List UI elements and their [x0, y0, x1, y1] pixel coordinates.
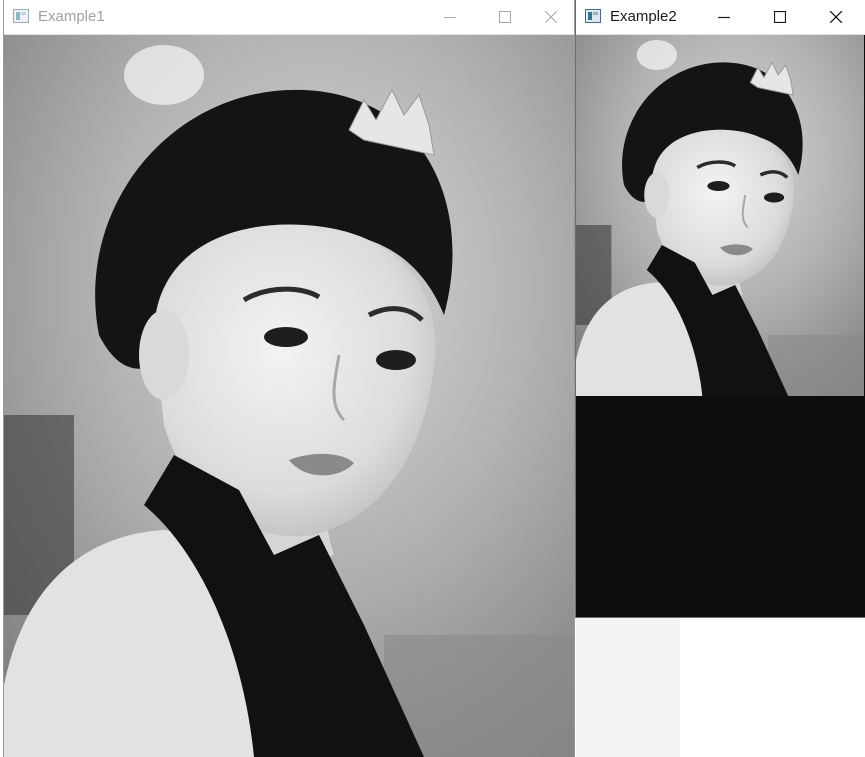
- title-bar[interactable]: Example1: [4, 0, 574, 35]
- desktop-background: [576, 617, 680, 757]
- maximize-button[interactable]: [757, 0, 803, 34]
- close-icon: [545, 11, 557, 23]
- image-view: [4, 35, 574, 757]
- window-example2[interactable]: Example2: [575, 0, 865, 618]
- window-title: Example1: [38, 8, 105, 25]
- maximize-icon: [499, 11, 511, 23]
- desktop: Example1 Example2: [0, 0, 865, 757]
- minimize-button[interactable]: [427, 0, 473, 34]
- close-button[interactable]: [813, 0, 859, 34]
- close-button[interactable]: [528, 0, 574, 34]
- app-icon: [13, 9, 29, 23]
- minimize-icon: [718, 16, 730, 19]
- image-view: [576, 35, 865, 617]
- grayscale-portrait-thumbnail: [576, 35, 864, 396]
- maximize-icon: [774, 11, 786, 23]
- minimize-icon: [444, 17, 456, 18]
- maximize-button[interactable]: [482, 0, 528, 34]
- window-example1[interactable]: Example1: [3, 0, 575, 757]
- app-icon: [585, 9, 601, 23]
- title-bar[interactable]: Example2: [576, 0, 865, 35]
- window-title: Example2: [610, 8, 677, 25]
- minimize-button[interactable]: [701, 0, 747, 34]
- close-icon: [830, 11, 842, 23]
- grayscale-portrait-image: [4, 35, 574, 757]
